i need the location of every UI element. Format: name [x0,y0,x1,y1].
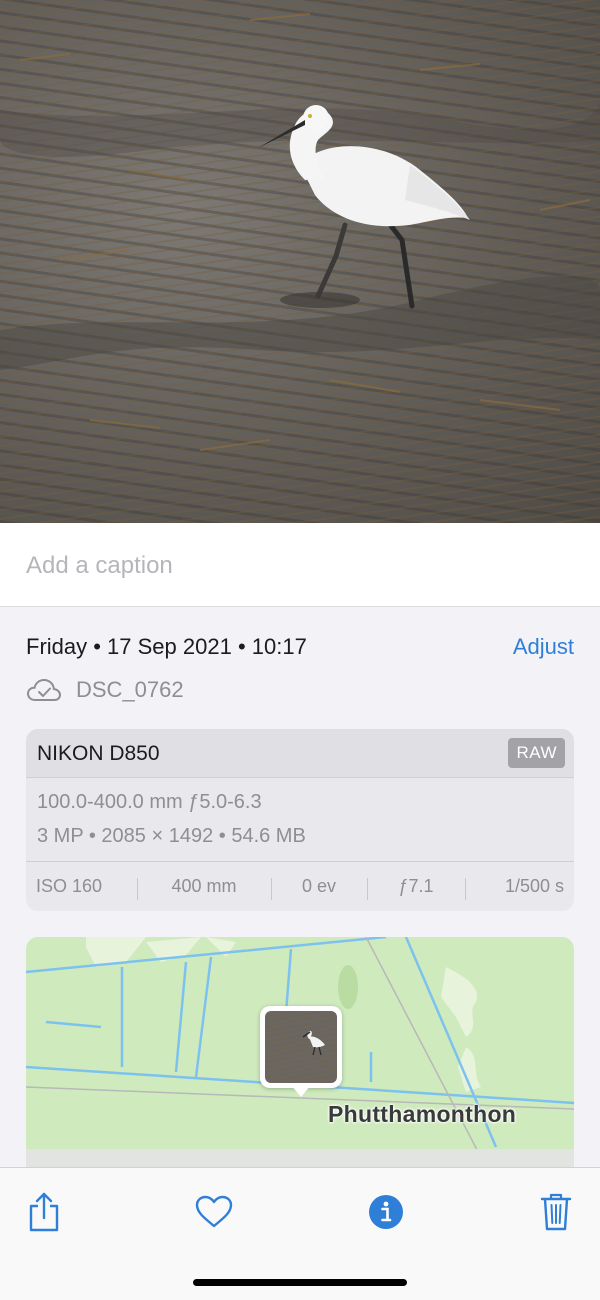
exif-focal-length: 400 mm [137,876,271,900]
adjust-button[interactable]: Adjust [513,634,574,660]
file-name: DSC_0762 [76,677,184,702]
caption-input[interactable] [26,549,566,583]
egret-photo [0,13,600,451]
format-badge: RAW [508,738,565,768]
location-map[interactable]: Phutthamonthon [26,937,574,1167]
exif-iso: ISO 160 [36,876,103,896]
image-specs: 3 MP • 2085 × 1492 • 54.6 MB [37,825,306,847]
share-button[interactable] [20,1188,68,1236]
lens-info: 100.0-400.0 mm ƒ5.0-6.3 [37,791,262,813]
share-icon [29,1192,59,1232]
caption-area [0,523,600,607]
place-name: Phutthamonthon [328,1101,517,1127]
trash-icon [540,1193,572,1231]
photo[interactable] [0,0,600,523]
home-indicator[interactable] [193,1279,407,1286]
camera-header: NIKON D850 RAW [26,729,574,778]
photo-location-pin[interactable] [260,1006,342,1088]
exif-shutter: 1/500 s [465,876,574,900]
exif-exposure-bias: 0 ev [271,876,367,900]
pin-pointer [291,1085,311,1097]
exif-aperture: ƒ7.1 [367,876,465,900]
heart-icon [195,1195,233,1228]
exif-row: ISO 160 400 mm 0 ev ƒ7.1 1/500 s [26,861,574,911]
info-button[interactable] [362,1188,410,1236]
file-row: DSC_0762 [26,676,184,704]
cloud-check-icon [26,678,62,701]
capture-date: Friday • 17 Sep 2021 • 10:17 [26,634,307,659]
camera-info-card: NIKON D850 RAW 100.0-400.0 mm ƒ5.0-6.3 3… [26,729,574,911]
info-icon [369,1195,403,1229]
delete-button[interactable] [532,1188,580,1236]
favorite-button[interactable] [190,1188,238,1236]
camera-model: NIKON D850 [37,742,160,765]
pin-thumbnail [265,1011,337,1083]
